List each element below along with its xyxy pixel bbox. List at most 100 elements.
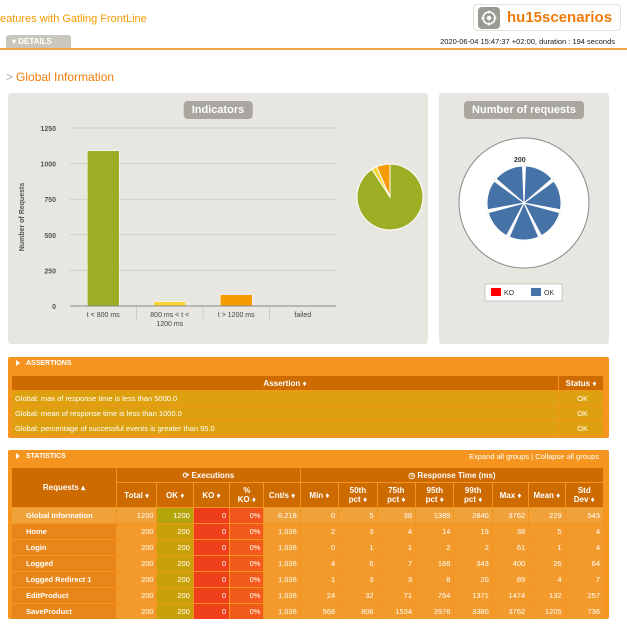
y-tick-label: 1000: [40, 162, 56, 169]
y-tick-label: 1250: [40, 126, 56, 133]
bar[interactable]: [220, 294, 253, 307]
stat-cell: 132: [529, 588, 565, 603]
table-row[interactable]: Home 200 200 0 0% 1.036 2 3 4 14 19 38 5 4: [12, 524, 603, 539]
page-root: eatures with Gatling FrontLine hu15scena…: [0, 0, 627, 628]
stat-cell: 200: [116, 604, 157, 619]
stat-cell: 7: [565, 572, 603, 587]
indicators-panel: Indicators 0 250 500 750 1000 1250 Number of R…: [8, 93, 428, 344]
stat-cell: 4: [565, 524, 603, 539]
requests-col-header[interactable]: Requests ▴: [12, 468, 116, 507]
legend-label[interactable]: KO: [504, 290, 515, 297]
stat-cell: 3762: [492, 604, 529, 619]
gatling-logo-icon: [478, 6, 500, 29]
stat-col-header[interactable]: KO ♦: [193, 483, 230, 507]
indicators-chart: 0 250 500 750 1000 1250 Number of Requests t < …: [19, 126, 424, 328]
requests-chart: 200 KO OK: [458, 137, 590, 302]
table-row[interactable]: Logged 200 200 0 0% 1.036 4 6 7 166 343 400 26 64: [12, 556, 603, 571]
request-name[interactable]: Logged: [12, 556, 116, 571]
status-col-header[interactable]: Status ♦: [559, 376, 603, 390]
stat-cell: 26: [529, 556, 565, 571]
chevron-right-icon: >: [6, 70, 14, 84]
stat-cell: 1474: [492, 588, 529, 603]
table-row[interactable]: EditProduct 200 200 0 0% 1.036 24 32 71 764 1371 14…: [12, 588, 603, 603]
table-row[interactable]: Login 200 200 0 0% 1.036 0 1 1 2 2 61 1 4: [12, 540, 603, 555]
stat-cell: 0%: [230, 556, 264, 571]
stat-cell: 200: [157, 572, 193, 587]
stat-cell: 4: [529, 572, 565, 587]
stat-col-header[interactable]: 50th pct ♦: [339, 483, 377, 507]
stat-col-header[interactable]: OK ♦: [157, 483, 193, 507]
section-title: > Global Information: [6, 70, 114, 84]
stat-cell: 200: [116, 588, 157, 603]
bar[interactable]: [153, 301, 186, 307]
stat-col-header[interactable]: Mean ♦: [529, 483, 565, 507]
stat-cell: 1: [377, 540, 416, 555]
assertion-row: Global: max of response time is less tha…: [12, 391, 603, 405]
stat-cell: 14: [416, 524, 454, 539]
stat-cell: 0%: [230, 588, 264, 603]
stat-cell: 1205: [529, 604, 565, 619]
table-row[interactable]: Logged Redirect 1 200 200 0 0% 1.036 1 3 3 8 20 89 4…: [12, 572, 603, 587]
request-name[interactable]: Home: [12, 524, 116, 539]
y-tick-label: 250: [44, 268, 56, 275]
statistics-table: Requests ▴ ⟳ Executions ◷ Response Time …: [11, 467, 604, 620]
request-name[interactable]: Logged Redirect 1: [12, 572, 116, 587]
stat-col-header[interactable]: Std Dev ♦: [565, 483, 603, 507]
stat-col-header[interactable]: Total ♦: [116, 483, 157, 507]
x-tick-label: t > 1200 ms: [218, 312, 255, 319]
stat-cell: 257: [565, 588, 603, 603]
legend-label[interactable]: OK: [544, 290, 554, 297]
stat-col-header[interactable]: Min ♦: [300, 483, 339, 507]
y-tick-label: 750: [44, 197, 56, 204]
assertion-col-header[interactable]: Assertion ♦: [12, 376, 559, 390]
stat-cell: 1: [339, 540, 377, 555]
stat-cell: 1.036: [264, 540, 300, 555]
stat-col-header[interactable]: 95th pct ♦: [416, 483, 454, 507]
stat-col-header[interactable]: 75th pct ♦: [377, 483, 416, 507]
stat-cell: 1.036: [264, 556, 300, 571]
request-name[interactable]: EditProduct: [12, 588, 116, 603]
stat-col-header[interactable]: 99th pct ♦: [454, 483, 492, 507]
app-logo[interactable]: hu15scenarios: [473, 4, 621, 31]
assertions-header[interactable]: ASSERTIONS: [8, 357, 609, 371]
simulation-link[interactable]: eatures with Gatling FrontLine: [0, 13, 147, 25]
stat-cell: 200: [116, 572, 157, 587]
response-time-label: Response Time (ms): [417, 470, 496, 480]
bar[interactable]: [87, 150, 120, 307]
stat-cell: 764: [416, 588, 454, 603]
request-name[interactable]: Login: [12, 540, 116, 555]
assertion-row: Global: mean of response time is less th…: [12, 406, 603, 420]
stat-cell: 200: [116, 540, 157, 555]
statistics-header-label: STATISTICS: [26, 453, 66, 460]
stat-cell: 32: [339, 588, 377, 603]
stat-cell: 61: [492, 540, 529, 555]
stat-cell: 229: [529, 508, 565, 523]
stat-cell: 0: [193, 604, 230, 619]
stat-col-header[interactable]: Max ♦: [492, 483, 529, 507]
assertion-text: Global: mean of response time is less th…: [12, 406, 559, 420]
executions-label: Executions: [191, 470, 235, 480]
stat-cell: 24: [300, 588, 339, 603]
stat-cell: 400: [492, 556, 529, 571]
stat-cell: 200: [157, 524, 193, 539]
statistics-header[interactable]: STATISTICS Expand all groups | Collapse …: [8, 450, 609, 464]
stat-cell: 2: [454, 540, 492, 555]
request-name[interactable]: SaveProduct: [12, 604, 116, 619]
stat-cell: 0%: [230, 604, 264, 619]
details-tab[interactable]: ▾ DETAILS: [6, 35, 71, 48]
stat-cell: 19: [454, 524, 492, 539]
global-stat-row[interactable]: Global Information 1200 1200 0 0% 6.218 0 5 38 13…: [12, 508, 603, 523]
stat-cell: 2: [300, 524, 339, 539]
stat-col-header[interactable]: % KO ♦: [230, 483, 264, 507]
request-name[interactable]: Global Information: [12, 508, 116, 523]
stat-cell: 200: [116, 524, 157, 539]
stat-cell: 1: [529, 540, 565, 555]
assertion-status: OK: [559, 421, 603, 435]
statistics-section: STATISTICS Expand all groups | Collapse …: [8, 450, 609, 619]
y-tick-label: 500: [44, 233, 56, 240]
expand-collapse-links[interactable]: Expand all groups | Collapse all groups: [469, 450, 599, 464]
stat-col-header[interactable]: Cnt/s ♦: [264, 483, 300, 507]
table-row[interactable]: SaveProduct 200 200 0 0% 1.036 568 806 1534 2976 3…: [12, 604, 603, 619]
assertion-status: OK: [559, 406, 603, 420]
y-tick-label: 0: [52, 304, 56, 311]
